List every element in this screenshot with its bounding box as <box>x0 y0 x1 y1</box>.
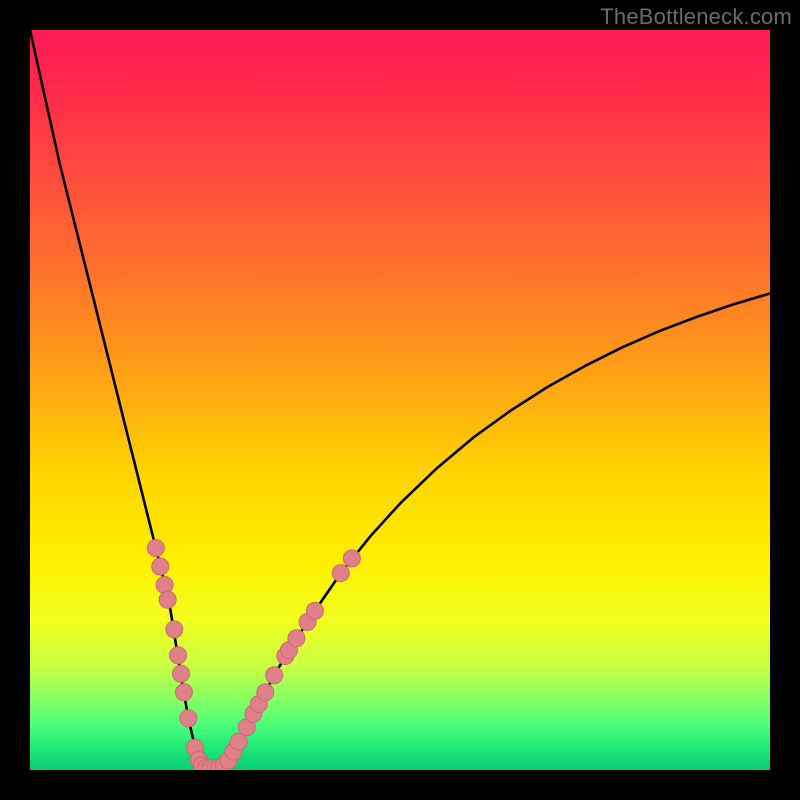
marker-dot <box>343 550 360 567</box>
bottleneck-curve-line <box>30 30 770 769</box>
plot-area <box>30 30 770 770</box>
marker-dot <box>152 558 169 575</box>
marker-dot <box>230 733 247 750</box>
marker-group <box>147 540 360 771</box>
marker-dot <box>166 621 183 638</box>
marker-dot <box>288 630 305 647</box>
marker-dot <box>266 667 283 684</box>
app-frame: TheBottleneck.com <box>0 0 800 800</box>
chart-svg <box>30 30 770 770</box>
marker-dot <box>180 710 197 727</box>
marker-dot <box>172 665 189 682</box>
marker-dot <box>175 684 192 701</box>
marker-dot <box>147 540 164 557</box>
marker-dot <box>156 577 173 594</box>
marker-dot <box>159 591 176 608</box>
marker-dot <box>332 565 349 582</box>
marker-dot <box>257 684 274 701</box>
watermark-text: TheBottleneck.com <box>600 4 792 30</box>
marker-dot <box>306 602 323 619</box>
marker-dot <box>170 647 187 664</box>
